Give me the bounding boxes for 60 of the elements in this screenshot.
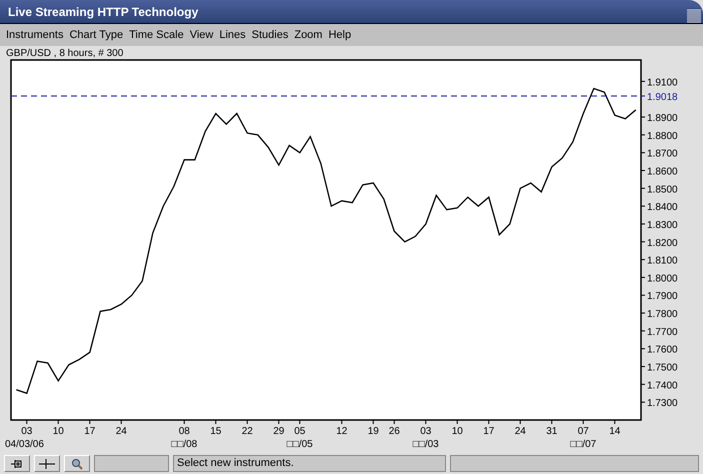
x-axis-label: 17 (84, 426, 96, 437)
month-label: □□/07 (570, 439, 596, 450)
menu-item[interactable]: Zoom (291, 29, 326, 41)
x-axis-label: 10 (52, 426, 64, 437)
x-axis-label: 10 (452, 426, 463, 437)
y-axis-label: 1.8000 (647, 273, 678, 284)
x-axis-label: 15 (210, 426, 222, 437)
x-axis-label: 05 (294, 426, 306, 437)
reference-label: 1.9018 (647, 92, 678, 103)
y-axis-label: 1.8900 (647, 113, 678, 124)
x-axis-label: 03 (21, 426, 32, 437)
menu-item[interactable]: Lines (216, 29, 249, 41)
x-axis-label: 19 (368, 426, 379, 437)
y-axis-label: 1.7500 (647, 362, 678, 374)
x-axis-label: 08 (178, 426, 190, 437)
y-axis-label: 1.8800 (647, 130, 678, 142)
crosshair-button[interactable] (34, 455, 60, 472)
y-axis-label: 1.8200 (647, 238, 678, 249)
magnifier-icon (71, 458, 83, 470)
x-axis-label: 03 (420, 426, 432, 437)
y-axis-label: 1.7900 (647, 291, 678, 302)
y-axis-label: 1.8400 (647, 202, 678, 214)
y-axis-label: 1.8500 (647, 184, 678, 196)
y-axis-label: 1.8700 (647, 148, 678, 160)
y-axis-label: 1.7400 (647, 380, 678, 392)
x-axis-label: 17 (483, 426, 494, 437)
x-axis-label: 24 (514, 426, 526, 437)
chart-caption: GBP/USD , 8 hours, # 300 (5, 47, 124, 59)
y-axis-label: 1.7300 (647, 398, 678, 410)
y-axis-label: 1.8300 (647, 220, 678, 231)
window-title: Live Streaming HTTP Technology (8, 4, 198, 18)
x-axis-label: 07 (578, 426, 589, 437)
menu-item[interactable]: Instruments (3, 29, 66, 41)
y-axis-label: 1.7600 (647, 344, 678, 356)
pin-button[interactable] (4, 455, 30, 472)
menu-item[interactable]: Studies (248, 29, 292, 41)
month-label: □□/05 (286, 439, 313, 450)
x-axis-label: 31 (546, 426, 558, 437)
y-axis-label: 1.8100 (647, 256, 678, 267)
month-label: 04/03/06 (5, 439, 44, 450)
x-axis-label: 26 (388, 426, 400, 437)
x-axis-label: 22 (242, 426, 253, 437)
crosshair-icon (39, 458, 55, 468)
menu-item[interactable]: Time Scale (126, 29, 187, 41)
menu-item[interactable]: Chart Type (66, 29, 126, 41)
y-axis-label: 1.7800 (647, 309, 678, 320)
status-message: Select new instruments. (173, 455, 446, 472)
zoom-button[interactable] (64, 455, 90, 472)
x-axis-label: 29 (273, 426, 284, 437)
menu-item[interactable]: Help (325, 29, 354, 41)
y-axis-label: 1.7700 (647, 326, 678, 338)
month-label: □□/08 (171, 439, 198, 450)
x-axis-label: 14 (609, 426, 620, 437)
pin-icon (11, 458, 23, 468)
y-axis-label: 1.8600 (647, 166, 678, 178)
menu-item[interactable]: View (186, 29, 216, 41)
x-axis-label: 24 (116, 426, 127, 437)
y-axis-label: 1.9100 (647, 77, 678, 88)
month-label: □□/03 (412, 439, 439, 450)
x-axis-label: 12 (336, 426, 348, 437)
